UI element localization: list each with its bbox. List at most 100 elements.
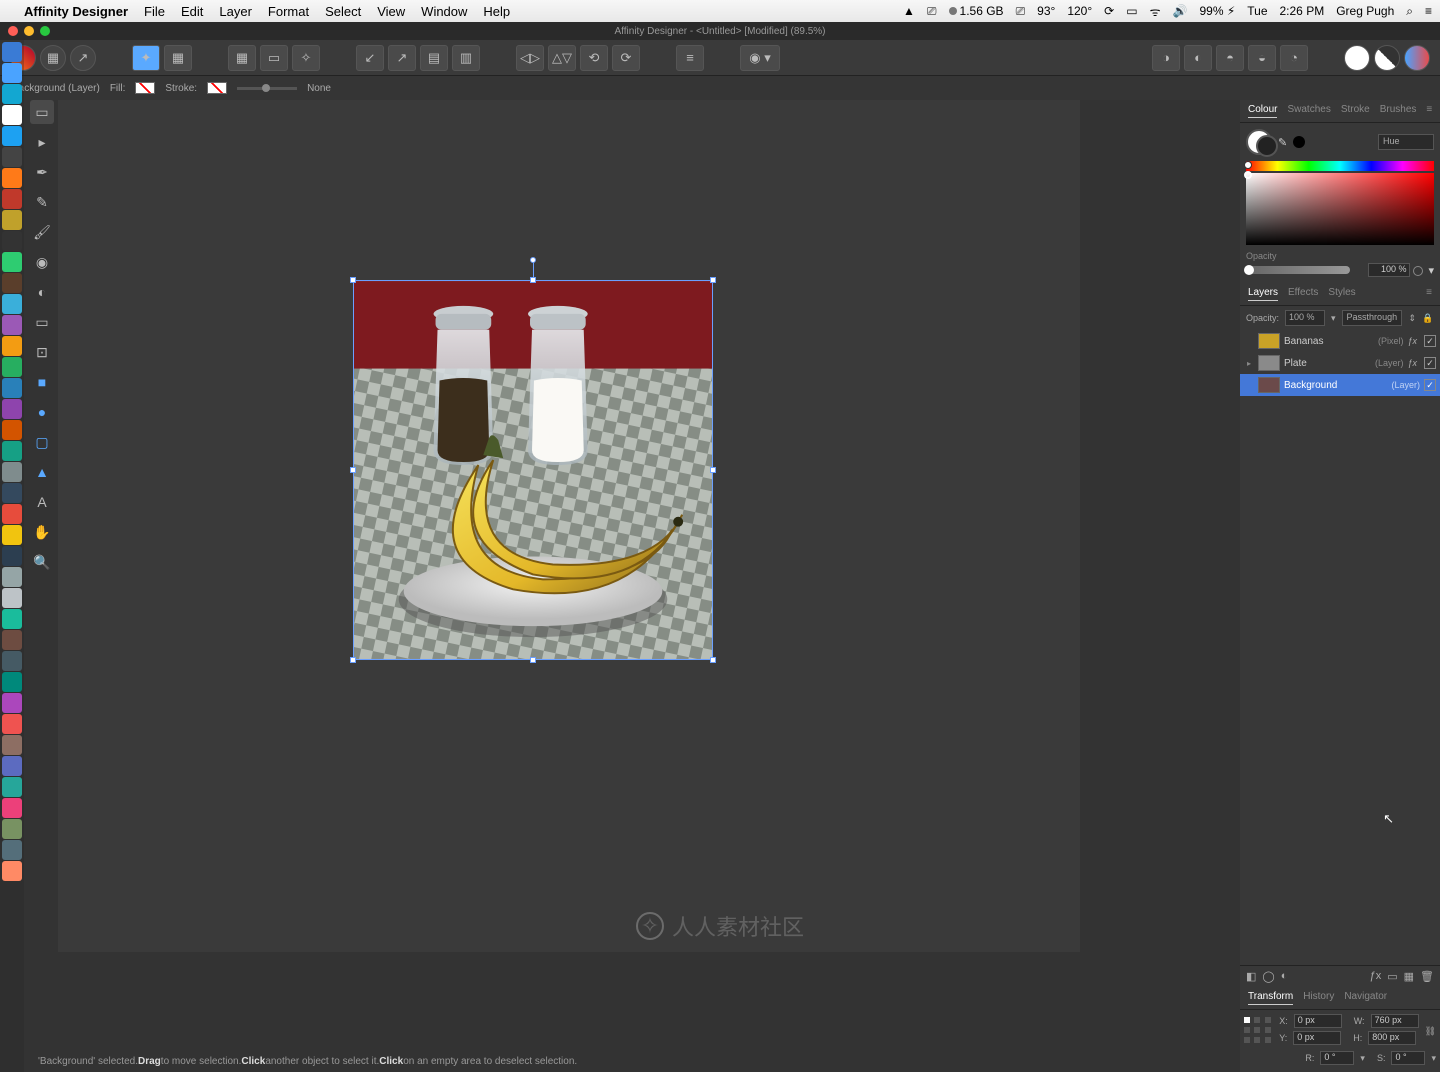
tab-transform[interactable]: Transform bbox=[1248, 991, 1293, 1005]
disclosure-icon[interactable]: ▸ bbox=[1244, 359, 1254, 368]
menu-format[interactable]: Format bbox=[268, 4, 309, 19]
transparency-tool-icon[interactable]: ◐ bbox=[30, 280, 54, 304]
snap-bounds-icon[interactable]: ▭ bbox=[260, 45, 288, 71]
wifi-icon[interactable]: ᯤ bbox=[1150, 3, 1161, 20]
handle-bc[interactable] bbox=[530, 657, 536, 663]
pencil-tool-icon[interactable]: ✎ bbox=[30, 190, 54, 214]
mask-icon[interactable]: ◯ bbox=[1262, 970, 1274, 983]
volume-icon[interactable]: 🔊 bbox=[1173, 4, 1188, 18]
fill-tool-icon[interactable]: ◉ bbox=[30, 250, 54, 274]
dock-app-icon[interactable] bbox=[2, 609, 22, 629]
dock-app-icon[interactable] bbox=[2, 798, 22, 818]
dock-app-icon[interactable] bbox=[2, 336, 22, 356]
transform-y[interactable]: 0 px bbox=[1293, 1031, 1341, 1045]
panel-menu-icon[interactable]: ≡ bbox=[1426, 104, 1432, 118]
dock-app-icon[interactable] bbox=[2, 693, 22, 713]
dock-app-icon[interactable] bbox=[2, 378, 22, 398]
anchor-grid[interactable] bbox=[1244, 1017, 1273, 1045]
zoom-tool-icon[interactable]: 🔍 bbox=[30, 550, 54, 574]
dock-app-icon[interactable] bbox=[2, 525, 22, 545]
pen-tool-icon[interactable]: ✒ bbox=[30, 160, 54, 184]
artistic-text-tool-icon[interactable]: A bbox=[30, 490, 54, 514]
rotate-handle[interactable] bbox=[530, 257, 536, 263]
booleans-divide-icon[interactable]: ◔ bbox=[1280, 45, 1308, 71]
pan-tool-icon[interactable]: ✋ bbox=[30, 520, 54, 544]
corner-icon[interactable] bbox=[1344, 45, 1370, 71]
node-tool-icon[interactable]: ▸ bbox=[30, 130, 54, 154]
add-layer-icon[interactable]: ▭ bbox=[1387, 970, 1397, 983]
layer-visibility-checkbox[interactable]: ✓ bbox=[1424, 357, 1436, 369]
airplay-icon[interactable]: ▭ bbox=[1126, 4, 1137, 18]
app-name[interactable]: Affinity Designer bbox=[24, 4, 128, 19]
user-name[interactable]: Greg Pugh bbox=[1336, 4, 1394, 18]
layer-row[interactable]: ▸Plate(Layer)ƒx✓ bbox=[1240, 352, 1440, 374]
layer-visibility-checkbox[interactable]: ✓ bbox=[1424, 335, 1436, 347]
link-wh-icon[interactable]: ⛓ bbox=[1425, 1026, 1436, 1037]
dock-app-icon[interactable] bbox=[2, 672, 22, 692]
handle-tr[interactable] bbox=[710, 277, 716, 283]
dock-app-icon[interactable] bbox=[2, 168, 22, 188]
blend-mode-select[interactable]: Passthrough bbox=[1342, 310, 1403, 326]
flip-h-icon[interactable]: ◁▷ bbox=[516, 45, 544, 71]
zoom-window-icon[interactable] bbox=[40, 26, 50, 36]
dock-app-icon[interactable] bbox=[2, 105, 22, 125]
vector-mode-icon[interactable]: ✦ bbox=[132, 45, 160, 71]
handle-tc[interactable] bbox=[530, 277, 536, 283]
dock-app-icon[interactable] bbox=[2, 231, 22, 251]
dock-app-icon[interactable] bbox=[2, 84, 22, 104]
booleans-sub-icon[interactable]: ◐ bbox=[1184, 45, 1212, 71]
refresh-icon[interactable]: ⟳ bbox=[1104, 4, 1114, 18]
add-pixel-layer-icon[interactable]: ▦ bbox=[1404, 970, 1414, 983]
booleans-xor-icon[interactable]: ◒ bbox=[1248, 45, 1276, 71]
minimize-window-icon[interactable] bbox=[24, 26, 34, 36]
insert-target-icon[interactable]: ◉ ▾ bbox=[740, 45, 780, 71]
pixel-mode-icon[interactable]: ▦ bbox=[164, 45, 192, 71]
stroke-swatch[interactable] bbox=[207, 82, 227, 94]
handle-bl[interactable] bbox=[350, 657, 356, 663]
dock-app-icon[interactable] bbox=[2, 588, 22, 608]
handle-ml[interactable] bbox=[350, 467, 356, 473]
dock-app-icon[interactable] bbox=[2, 714, 22, 734]
layer-opacity-stepper-icon[interactable]: ▾ bbox=[1331, 313, 1336, 324]
battery[interactable]: 99% ⚡︎ bbox=[1199, 4, 1235, 18]
layer-visibility-checkbox[interactable]: ✓ bbox=[1424, 379, 1436, 391]
tab-styles[interactable]: Styles bbox=[1328, 287, 1355, 301]
colour-wells-icon[interactable] bbox=[1246, 129, 1272, 155]
dock-app-icon[interactable] bbox=[2, 735, 22, 755]
dock-app-icon[interactable] bbox=[2, 63, 22, 83]
layer-fx-icon[interactable]: ƒx bbox=[1407, 336, 1417, 346]
dock-app-icon[interactable] bbox=[2, 315, 22, 335]
r-stepper-icon[interactable]: ▾ bbox=[1360, 1053, 1365, 1064]
move-tool-icon[interactable]: ▭ bbox=[30, 100, 54, 124]
dock-app-icon[interactable] bbox=[2, 756, 22, 776]
cloud-icon[interactable]: ▲ bbox=[903, 4, 915, 18]
crop-tool-icon[interactable]: ⊡ bbox=[30, 340, 54, 364]
order-front-icon[interactable]: ▥ bbox=[452, 45, 480, 71]
layer-opacity-value[interactable]: 100 % bbox=[1285, 310, 1325, 326]
rounded-rect-tool-icon[interactable]: ▢ bbox=[30, 430, 54, 454]
adjustment-icon[interactable]: ◐ bbox=[1281, 970, 1288, 983]
rectangle-tool-icon[interactable]: ■ bbox=[30, 370, 54, 394]
layer-fx-icon[interactable]: ƒx bbox=[1407, 358, 1417, 368]
dock-app-icon[interactable] bbox=[2, 420, 22, 440]
tab-layers[interactable]: Layers bbox=[1248, 287, 1278, 301]
dock-app-icon[interactable] bbox=[2, 630, 22, 650]
opacity-slider[interactable] bbox=[1246, 266, 1350, 274]
dock-app-icon[interactable] bbox=[2, 840, 22, 860]
handle-mr[interactable] bbox=[710, 467, 716, 473]
handle-tl[interactable] bbox=[350, 277, 356, 283]
tab-brushes[interactable]: Brushes bbox=[1380, 104, 1417, 118]
place-tool-icon[interactable]: ▭ bbox=[30, 310, 54, 334]
canvas-area[interactable] bbox=[58, 100, 1080, 952]
dock-app-icon[interactable] bbox=[2, 126, 22, 146]
brush-tool-icon[interactable]: 🖌 bbox=[30, 220, 54, 244]
layer-row[interactable]: Bananas(Pixel)ƒx✓ bbox=[1240, 330, 1440, 352]
close-window-icon[interactable] bbox=[8, 26, 18, 36]
opacity-stepper-icon[interactable]: ▾ bbox=[1428, 264, 1434, 277]
rotate-cw-icon[interactable]: ⟳ bbox=[612, 45, 640, 71]
transform-r[interactable]: 0 ° bbox=[1320, 1051, 1354, 1065]
selected-artboard[interactable] bbox=[353, 280, 713, 660]
dock-app-icon[interactable] bbox=[2, 357, 22, 377]
display-icon[interactable]: ⎚ bbox=[1016, 4, 1026, 19]
dock-app-icon[interactable] bbox=[2, 504, 22, 524]
